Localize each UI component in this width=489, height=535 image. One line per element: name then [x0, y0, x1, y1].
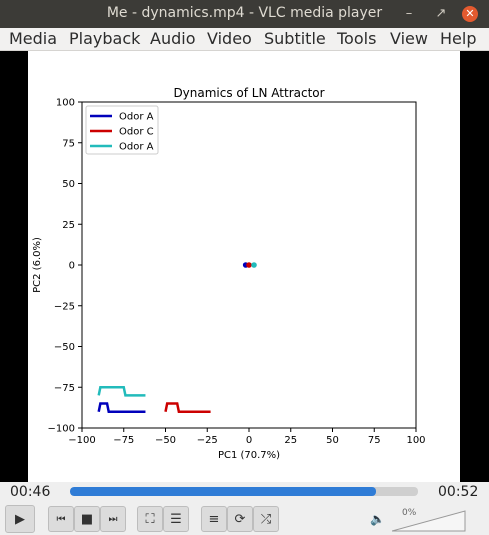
series-endpoint-2 — [251, 262, 257, 268]
seek-progress — [70, 487, 377, 496]
control-bar: ▶ ⏮ ■ ⏭ ⛶ ☰ ≡ ⟳ ⤮ 🔈 0% — [0, 502, 489, 535]
menu-view[interactable]: View — [390, 29, 428, 48]
chart-title: Dynamics of LN Attractor — [173, 86, 324, 100]
legend-label: Odor C — [119, 127, 154, 138]
play-icon: ▶ — [15, 511, 25, 527]
extended-settings-button[interactable]: ☰ — [163, 506, 189, 532]
play-button[interactable]: ▶ — [5, 505, 35, 533]
x-tick-label: 25 — [284, 435, 297, 446]
y-tick-label: −100 — [48, 424, 75, 435]
series-layer — [97, 262, 257, 413]
y-tick-label: 75 — [62, 138, 75, 149]
loop-button[interactable]: ⟳ — [227, 506, 253, 532]
equalizer-icon: ☰ — [170, 511, 182, 527]
stop-button[interactable]: ■ — [74, 506, 100, 532]
elapsed-time: 00:46 — [10, 484, 51, 500]
close-icon[interactable]: ✕ — [462, 6, 478, 22]
series-line-2 — [97, 386, 146, 397]
playlist-button[interactable]: ≡ — [201, 506, 227, 532]
x-tick-label: 0 — [246, 435, 252, 446]
legend: Odor A Odor C Odor A — [85, 105, 159, 155]
y-tick-label: −25 — [54, 301, 75, 312]
video-frame: Dynamics of LN Attractor −100 −75 −50 −25 0 2… — [28, 51, 460, 482]
seek-row: 00:46 00:52 — [0, 482, 489, 502]
next-button[interactable]: ⏭ — [100, 506, 126, 532]
series-line-1 — [164, 402, 211, 413]
series-line-0 — [97, 402, 146, 413]
menu-audio[interactable]: Audio — [150, 29, 195, 48]
y-tick-label: −50 — [54, 342, 75, 353]
y-tick-label: 100 — [56, 98, 75, 109]
x-tick-label: 100 — [406, 435, 425, 446]
legend-label: Odor A — [119, 112, 154, 123]
skip-previous-icon: ⏮ — [56, 513, 66, 525]
fullscreen-icon: ⛶ — [145, 511, 155, 527]
previous-button[interactable]: ⏮ — [48, 506, 74, 532]
menu-subtitle[interactable]: Subtitle — [264, 29, 326, 48]
stop-icon: ■ — [80, 511, 94, 527]
loop-icon: ⟳ — [234, 511, 246, 527]
shuffle-icon: ⤮ — [260, 511, 272, 527]
y-axis-label: PC2 (6.0%) — [32, 237, 43, 293]
menu-video[interactable]: Video — [207, 29, 252, 48]
x-tick-label: −100 — [68, 435, 95, 446]
total-time: 00:52 — [438, 484, 479, 500]
menu-help[interactable]: Help — [440, 29, 476, 48]
legend-label: Odor A — [119, 142, 154, 153]
video-area[interactable]: Dynamics of LN Attractor −100 −75 −50 −25 0 2… — [0, 51, 489, 482]
y-tick-label: 0 — [69, 261, 75, 272]
menu-media[interactable]: Media — [9, 29, 57, 48]
x-tick-label: −75 — [113, 435, 134, 446]
restore-icon[interactable]: ↗ — [432, 5, 450, 23]
fullscreen-button[interactable]: ⛶ — [137, 506, 163, 532]
x-tick-label: −25 — [197, 435, 218, 446]
chart: Dynamics of LN Attractor −100 −75 −50 −25 0 2… — [32, 86, 426, 461]
x-tick-label: 50 — [326, 435, 339, 446]
y-tick-label: 50 — [62, 179, 75, 190]
speaker-muted-icon[interactable]: 🔈 — [370, 512, 385, 526]
x-axis-label: PC1 (70.7%) — [218, 450, 280, 461]
minimize-icon[interactable]: – — [400, 5, 418, 23]
skip-next-icon: ⏭ — [108, 513, 118, 525]
menu-bar: Media Playback Audio Video Subtitle Tool… — [0, 28, 489, 51]
x-tick-label: 75 — [368, 435, 381, 446]
x-tick-label: −50 — [155, 435, 176, 446]
y-tick-label: 25 — [62, 220, 75, 231]
volume-level: 0% — [402, 508, 417, 518]
playlist-icon: ≡ — [208, 511, 220, 527]
shuffle-button[interactable]: ⤮ — [253, 506, 279, 532]
y-tick-label: −75 — [54, 383, 75, 394]
title-bar: Me - dynamics.mp4 - VLC media player – ↗… — [0, 0, 489, 28]
menu-playback[interactable]: Playback — [69, 29, 140, 48]
seek-slider[interactable] — [70, 487, 418, 496]
menu-tools[interactable]: Tools — [337, 29, 376, 48]
series-endpoint-1 — [246, 262, 252, 268]
